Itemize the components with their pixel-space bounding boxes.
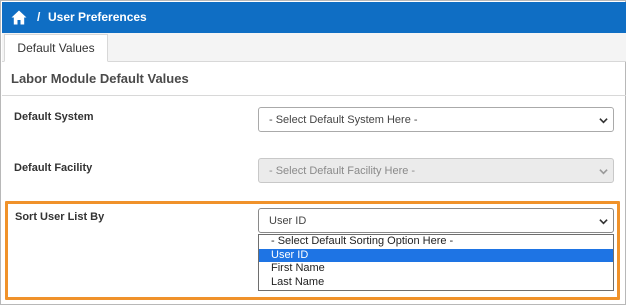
default-system-select[interactable]: - Select Default System Here -: [258, 107, 614, 132]
default-facility-value: - Select Default Facility Here -: [269, 164, 416, 177]
default-facility-select: - Select Default Facility Here -: [258, 158, 614, 183]
tab-default-values[interactable]: Default Values: [4, 34, 108, 62]
home-icon[interactable]: [11, 10, 27, 25]
page-title: User Preferences: [48, 10, 147, 24]
chevron-down-icon: [599, 169, 608, 175]
sort-user-list-label: Sort User List By: [15, 211, 105, 223]
section-divider: [2, 95, 626, 96]
dropdown-option[interactable]: First Name: [259, 262, 613, 276]
default-system-value: - Select Default System Here -: [269, 113, 418, 126]
app-frame: / User Preferences Default Values Labor …: [0, 0, 626, 305]
sort-options-dropdown: - Select Default Sorting Option Here - U…: [258, 234, 614, 291]
tab-bar: Default Values: [2, 33, 626, 62]
chevron-down-icon: [599, 118, 608, 124]
default-system-label: Default System: [14, 111, 94, 123]
dropdown-option[interactable]: - Select Default Sorting Option Here -: [259, 235, 613, 249]
sort-user-list-select[interactable]: User ID: [258, 208, 614, 233]
dropdown-option[interactable]: Last Name: [259, 276, 613, 290]
chevron-down-icon: [599, 219, 608, 225]
default-facility-label: Default Facility: [14, 162, 93, 174]
section-title: Labor Module Default Values: [11, 71, 189, 86]
header-bar: / User Preferences: [2, 2, 626, 33]
breadcrumb-separator: /: [37, 10, 41, 24]
dropdown-option-selected[interactable]: User ID: [259, 248, 613, 262]
sort-user-list-value: User ID: [269, 214, 307, 227]
